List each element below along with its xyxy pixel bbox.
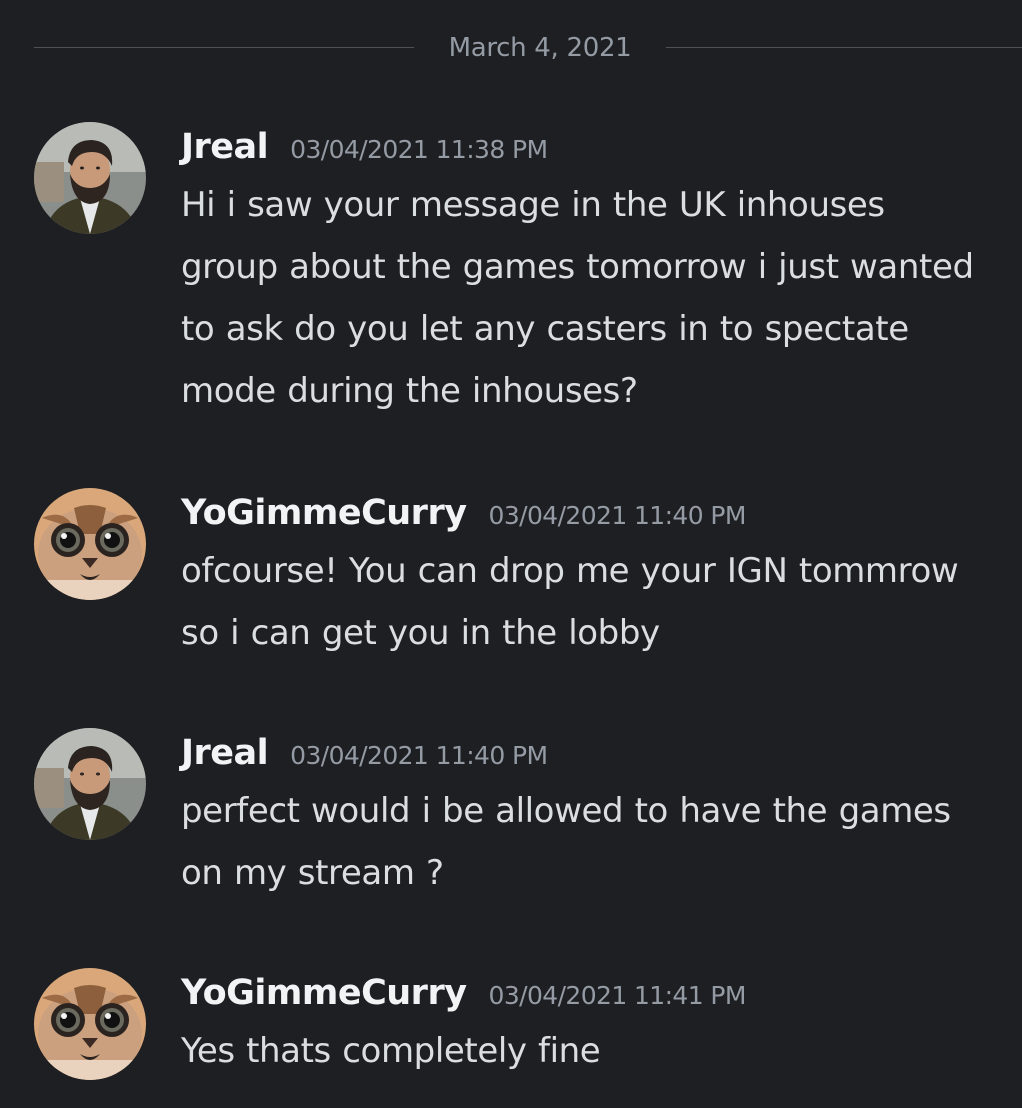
message-header: YoGimmeCurry 03/04/2021 11:41 PM — [181, 968, 991, 1018]
date-divider: March 4, 2021 — [34, 26, 1022, 70]
username[interactable]: Jreal — [181, 127, 269, 167]
man-avatar-icon — [34, 122, 146, 234]
user-avatar-cat[interactable] — [34, 968, 146, 1080]
cat-avatar-icon — [34, 488, 146, 600]
timestamp: 03/04/2021 11:40 PM — [290, 741, 548, 770]
username[interactable]: YoGimmeCurry — [181, 493, 467, 533]
message-header: Jreal 03/04/2021 11:38 PM — [181, 122, 991, 172]
message-content: YoGimmeCurry 03/04/2021 11:40 PM ofcourse… — [181, 488, 991, 664]
message-text: Yes thats completely fine — [181, 1031, 601, 1071]
message-content: Jreal 03/04/2021 11:38 PM Hi i saw your m… — [181, 122, 991, 422]
divider-line-right — [666, 47, 1022, 48]
message-content: YoGimmeCurry 03/04/2021 11:41 PM Yes that… — [181, 968, 991, 1082]
message-text: Hi i saw your message in the UK inhouses… — [181, 185, 974, 411]
username[interactable]: YoGimmeCurry — [181, 973, 467, 1013]
username[interactable]: Jreal — [181, 733, 269, 773]
message-content: Jreal 03/04/2021 11:40 PM perfect would i… — [181, 728, 991, 904]
divider-line-left — [34, 47, 414, 48]
user-avatar-cat[interactable] — [34, 488, 146, 600]
man-avatar-icon — [34, 728, 146, 840]
timestamp: 03/04/2021 11:38 PM — [290, 135, 548, 164]
user-avatar-man[interactable] — [34, 728, 146, 840]
message-header: Jreal 03/04/2021 11:40 PM — [181, 728, 991, 778]
timestamp: 03/04/2021 11:41 PM — [488, 981, 747, 1010]
timestamp: 03/04/2021 11:40 PM — [488, 501, 747, 530]
message-text: ofcourse! You can drop me your IGN tommr… — [181, 551, 959, 653]
message-text: perfect would i be allowed to have the g… — [181, 791, 951, 893]
message-header: YoGimmeCurry 03/04/2021 11:40 PM — [181, 488, 991, 538]
date-divider-label: March 4, 2021 — [448, 33, 632, 63]
user-avatar-man[interactable] — [34, 122, 146, 234]
cat-avatar-icon — [34, 968, 146, 1080]
